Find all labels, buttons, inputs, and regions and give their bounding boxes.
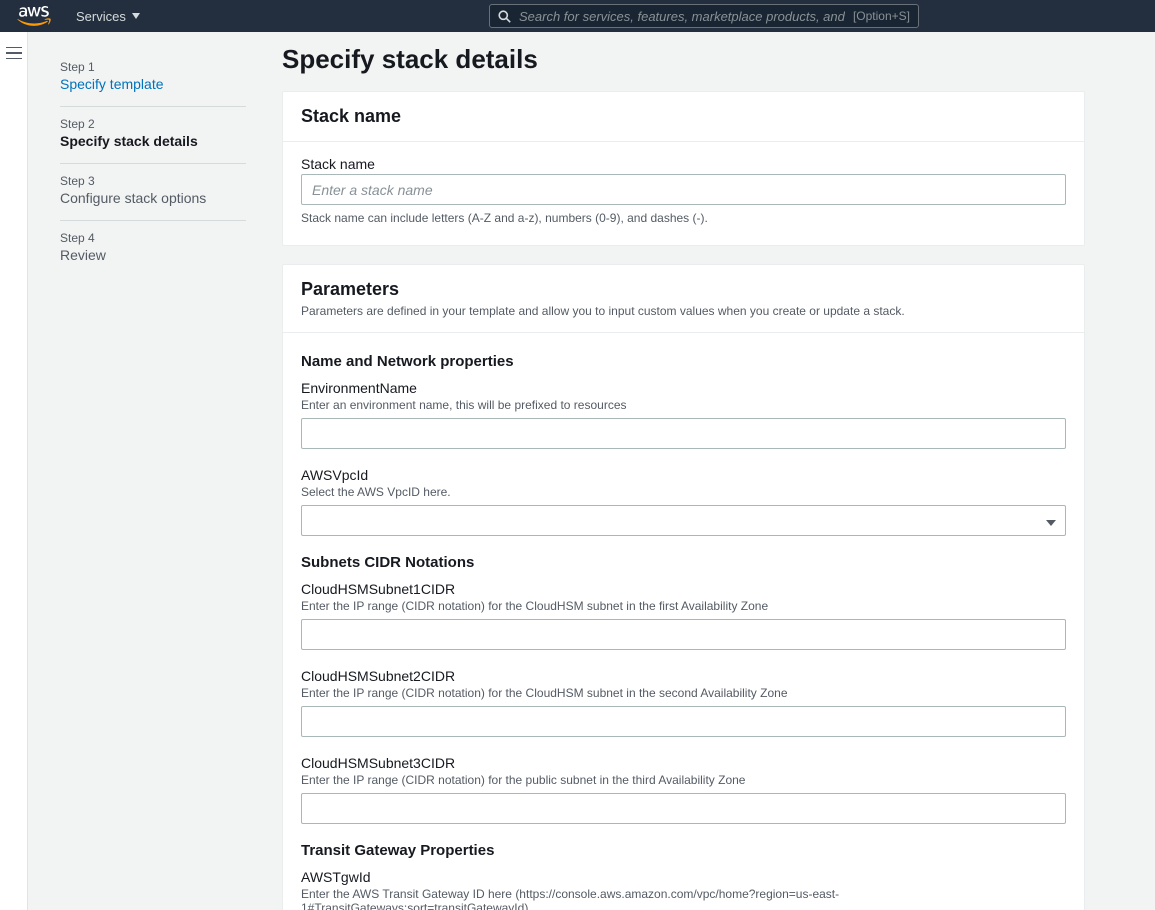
step-num: Step 1	[60, 60, 246, 74]
vpc-label: AWSVpcId	[301, 467, 1066, 483]
stack-name-input[interactable]	[301, 174, 1066, 205]
subnet2-label: CloudHSMSubnet2CIDR	[301, 668, 1066, 684]
parameters-sub: Parameters are defined in your template …	[301, 304, 1066, 318]
env-name-input[interactable]	[301, 418, 1066, 449]
step-num: Step 3	[60, 174, 246, 188]
chevron-down-icon	[132, 13, 140, 19]
step-title: Specify stack details	[60, 133, 246, 149]
subnet1-input[interactable]	[301, 619, 1066, 650]
step-1[interactable]: Step 1 Specify template	[60, 50, 246, 107]
services-menu[interactable]: Services	[76, 9, 140, 24]
step-title: Configure stack options	[60, 190, 246, 206]
subnet2-input[interactable]	[301, 706, 1066, 737]
stack-name-label: Stack name	[301, 156, 1066, 172]
subnet2-help: Enter the IP range (CIDR notation) for t…	[301, 686, 1066, 700]
tgw-help: Enter the AWS Transit Gateway ID here (h…	[301, 887, 1066, 910]
group-subnets: Subnets CIDR Notations	[301, 554, 1066, 571]
subnet1-label: CloudHSMSubnet1CIDR	[301, 581, 1066, 597]
subnet3-input[interactable]	[301, 793, 1066, 824]
search-icon	[498, 10, 511, 23]
parameters-header: Parameters	[301, 279, 1066, 300]
group-name-network: Name and Network properties	[301, 353, 1066, 370]
step-4: Step 4 Review	[60, 221, 246, 277]
tgw-label: AWSTgwId	[301, 869, 1066, 885]
stack-name-hint: Stack name can include letters (A-Z and …	[301, 211, 1066, 225]
wizard-steps: Step 1 Specify template Step 2 Specify s…	[28, 32, 282, 890]
side-panel-toggle-column	[0, 32, 28, 910]
vpc-help: Select the AWS VpcID here.	[301, 485, 1066, 499]
step-title: Review	[60, 247, 246, 263]
stack-name-panel: Stack name Stack name Stack name can inc…	[282, 91, 1085, 246]
env-name-label: EnvironmentName	[301, 380, 1066, 396]
aws-logo-icon	[16, 6, 52, 26]
group-transit-gateway: Transit Gateway Properties	[301, 842, 1066, 859]
step-num: Step 2	[60, 117, 246, 131]
subnet1-help: Enter the IP range (CIDR notation) for t…	[301, 599, 1066, 613]
top-nav: Services [Option+S]	[0, 0, 1155, 32]
global-search[interactable]: [Option+S]	[489, 4, 919, 28]
step-2: Step 2 Specify stack details	[60, 107, 246, 164]
parameters-panel: Parameters Parameters are defined in you…	[282, 264, 1085, 910]
aws-logo[interactable]	[16, 6, 52, 26]
global-search-input[interactable]	[511, 9, 853, 24]
stack-name-header: Stack name	[301, 106, 1066, 127]
env-name-help: Enter an environment name, this will be …	[301, 398, 1066, 412]
subnet3-label: CloudHSMSubnet3CIDR	[301, 755, 1066, 771]
page-title: Specify stack details	[282, 44, 1085, 75]
step-3: Step 3 Configure stack options	[60, 164, 246, 221]
search-shortcut-hint: [Option+S]	[853, 9, 910, 23]
subnet3-help: Enter the IP range (CIDR notation) for t…	[301, 773, 1066, 787]
step-title: Specify template	[60, 76, 246, 92]
menu-icon[interactable]	[6, 46, 22, 62]
vpc-select[interactable]	[301, 505, 1066, 536]
services-label: Services	[76, 9, 126, 24]
step-num: Step 4	[60, 231, 246, 245]
